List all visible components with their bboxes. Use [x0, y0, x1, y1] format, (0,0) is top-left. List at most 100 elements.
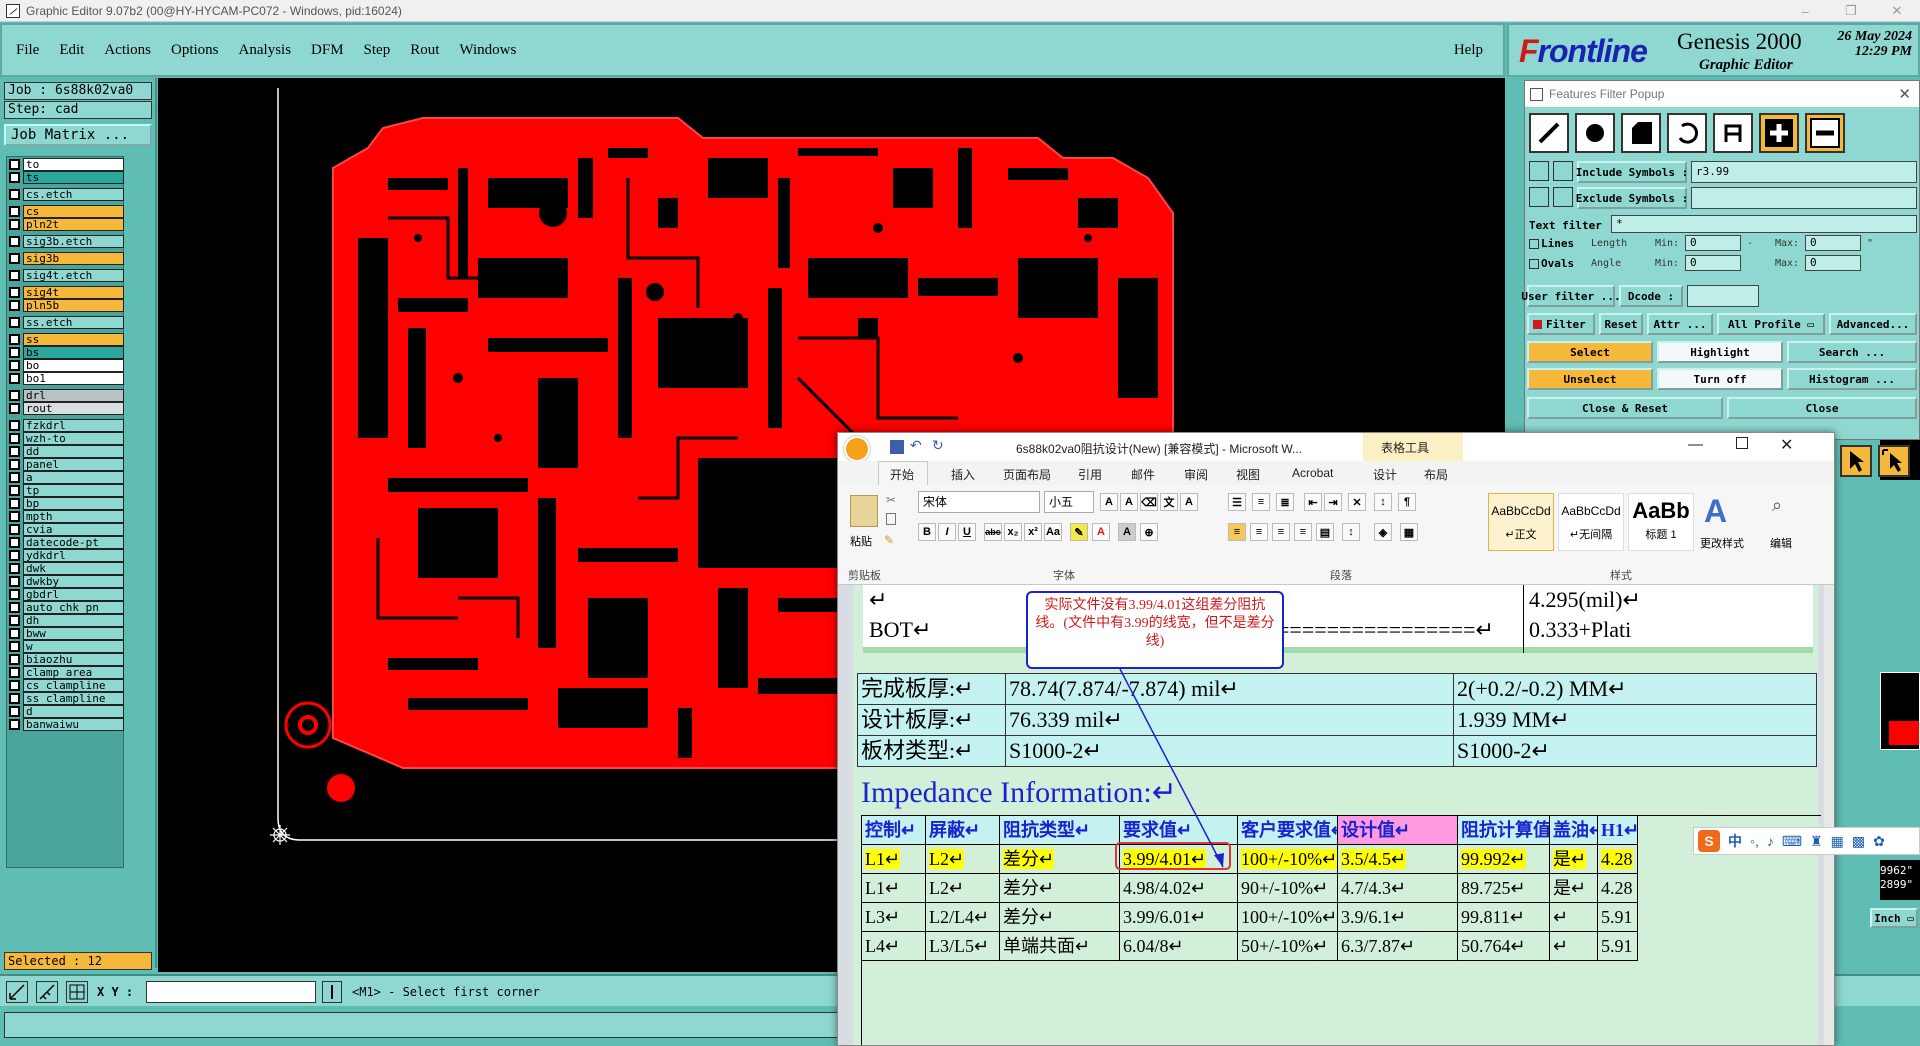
tab-page-layout[interactable]: 页面布局	[1003, 466, 1051, 483]
layer-row-dwk[interactable]: dwk	[9, 561, 124, 575]
layer-name[interactable]: biaozhu	[23, 652, 124, 666]
layer-row-biaozhu[interactable]: biaozhu	[9, 652, 124, 666]
layer-checkbox[interactable]	[9, 235, 20, 247]
layer-checkbox[interactable]	[9, 372, 20, 384]
ovals-checkbox[interactable]	[1529, 259, 1539, 269]
layer-row-dd[interactable]: dd	[9, 444, 124, 458]
layer-name[interactable]: clamp_area	[23, 665, 124, 679]
minimize-button[interactable]: –	[1782, 0, 1828, 22]
layer-name[interactable]: ss	[23, 332, 124, 346]
show-marks-icon[interactable]: ¶	[1398, 493, 1416, 511]
bold-icon[interactable]: B	[918, 523, 936, 541]
job-matrix-button[interactable]: Job Matrix ...	[4, 124, 152, 146]
distribute-icon[interactable]: ▤	[1316, 523, 1334, 541]
advanced-button[interactable]: Advanced...	[1829, 313, 1917, 335]
ime-punct-icon[interactable]: ◦,	[1750, 833, 1759, 849]
ime-mic-icon[interactable]: ♪	[1767, 833, 1774, 849]
layer-name[interactable]: fzkdrl	[23, 418, 124, 432]
layer-row-sig3b.etch[interactable]: sig3b.etch	[9, 234, 124, 248]
edit-label[interactable]: 编辑	[1770, 535, 1792, 551]
layer-name[interactable]: ts	[23, 170, 124, 184]
layer-checkbox[interactable]	[9, 614, 20, 626]
angle-min-input[interactable]: 0	[1685, 255, 1741, 271]
menu-rout[interactable]: Rout	[410, 42, 439, 59]
increase-indent-icon[interactable]: ⇥	[1324, 493, 1342, 511]
layer-name[interactable]: drl	[23, 388, 124, 402]
layer-row-rout[interactable]: rout	[9, 401, 124, 415]
justify-icon[interactable]: ≡	[1294, 523, 1312, 541]
xy-input[interactable]	[146, 981, 316, 1003]
change-styles-label[interactable]: 更改样式	[1700, 535, 1744, 551]
angle-max-input[interactable]: 0	[1805, 255, 1861, 271]
close-reset-button[interactable]: Close & Reset	[1527, 397, 1723, 419]
pad-tool-icon[interactable]	[1575, 113, 1615, 153]
word-minimize-button[interactable]: —	[1688, 436, 1703, 453]
layer-row-dwkby[interactable]: dwkby	[9, 574, 124, 588]
layer-row-a[interactable]: a	[9, 470, 124, 484]
document-area[interactable]: ↵ BOT↵ ================↵ 4.295(mil)↵ 0.3…	[838, 585, 1826, 1045]
include-symbols-button[interactable]: Include Symbols :	[1576, 161, 1688, 183]
strikethrough-icon[interactable]: abc	[984, 523, 1002, 541]
layer-checkbox[interactable]	[9, 333, 20, 345]
exclude-symbols-input[interactable]	[1691, 187, 1917, 209]
subscript-icon[interactable]: x₂	[1004, 523, 1022, 541]
menu-actions[interactable]: Actions	[104, 42, 151, 59]
layer-row-ss_clampline[interactable]: ss_clampline	[9, 691, 124, 705]
style-normal[interactable]: AaBbCcDd ↵正文	[1488, 493, 1554, 551]
select-button[interactable]: Select	[1527, 341, 1653, 363]
font-color-icon[interactable]: A	[1092, 523, 1110, 541]
layer-row-auto_chk_pn[interactable]: auto_chk_pn	[9, 600, 124, 614]
layer-name[interactable]: cs	[23, 204, 124, 218]
layer-checkbox[interactable]	[9, 510, 20, 522]
layer-name[interactable]: cvia	[23, 522, 124, 536]
exclude-clear-icon[interactable]	[1553, 187, 1573, 207]
layer-name[interactable]: sig4t	[23, 285, 124, 299]
layer-name[interactable]: dwkby	[23, 574, 124, 588]
redo-icon[interactable]: ↻	[932, 437, 944, 454]
layer-row-banwaiwu[interactable]: banwaiwu	[9, 717, 124, 731]
layer-name[interactable]: sig3b.etch	[23, 234, 124, 248]
layer-row-panel[interactable]: panel	[9, 457, 124, 471]
ime-tools-icon[interactable]: ▦	[1831, 833, 1844, 850]
layer-name[interactable]: bo1	[23, 371, 124, 385]
text-filter-input[interactable]: *	[1611, 215, 1917, 233]
menu-options[interactable]: Options	[171, 42, 219, 59]
layer-name[interactable]: bww	[23, 626, 124, 640]
layer-row-bs[interactable]: bs	[9, 345, 124, 359]
layer-checkbox[interactable]	[9, 286, 20, 298]
shrink-font-icon[interactable]: A	[1120, 493, 1138, 511]
layer-row-bo[interactable]: bo	[9, 358, 124, 372]
layer-name[interactable]: ydkdrl	[23, 548, 124, 562]
layer-name[interactable]: dd	[23, 444, 124, 458]
layer-row-to[interactable]: to	[9, 157, 124, 171]
tab-references[interactable]: 引用	[1078, 466, 1102, 483]
tab-insert[interactable]: 插入	[951, 466, 975, 483]
layer-checkbox[interactable]	[9, 389, 20, 401]
layer-checkbox[interactable]	[9, 536, 20, 548]
layer-checkbox[interactable]	[9, 158, 20, 170]
change-case-icon[interactable]: Aa	[1044, 523, 1062, 541]
ime-keyboard-icon[interactable]: ⌨	[1782, 833, 1802, 850]
layer-row-ss.etch[interactable]: ss.etch	[9, 315, 124, 329]
layer-row-ss[interactable]: ss	[9, 332, 124, 346]
italic-icon[interactable]: I	[938, 523, 956, 541]
layer-checkbox[interactable]	[9, 705, 20, 717]
layer-checkbox[interactable]	[9, 562, 20, 574]
enclose-char-icon[interactable]: ⊕	[1140, 523, 1158, 541]
paste-label[interactable]: 粘贴	[850, 533, 872, 549]
negative-polarity-icon[interactable]	[1805, 113, 1845, 153]
underline-icon[interactable]: U	[958, 523, 976, 541]
layer-row-sig4t.etch[interactable]: sig4t.etch	[9, 268, 124, 282]
word-close-button[interactable]: ✕	[1780, 435, 1793, 455]
layer-name[interactable]: sig4t.etch	[23, 268, 124, 282]
layer-name[interactable]: rout	[23, 401, 124, 415]
layer-row-bo1[interactable]: bo1	[9, 371, 124, 385]
histogram-button[interactable]: Histogram ...	[1787, 368, 1917, 390]
font-size-select[interactable]: 小五	[1044, 491, 1094, 513]
align-right-icon[interactable]: ≡	[1272, 523, 1290, 541]
layer-checkbox[interactable]	[9, 484, 20, 496]
layer-name[interactable]: pln5b	[23, 298, 124, 312]
reset-button[interactable]: Reset	[1599, 313, 1643, 335]
attr-button[interactable]: Attr ...	[1647, 313, 1713, 335]
layer-row-bp[interactable]: bp	[9, 496, 124, 510]
